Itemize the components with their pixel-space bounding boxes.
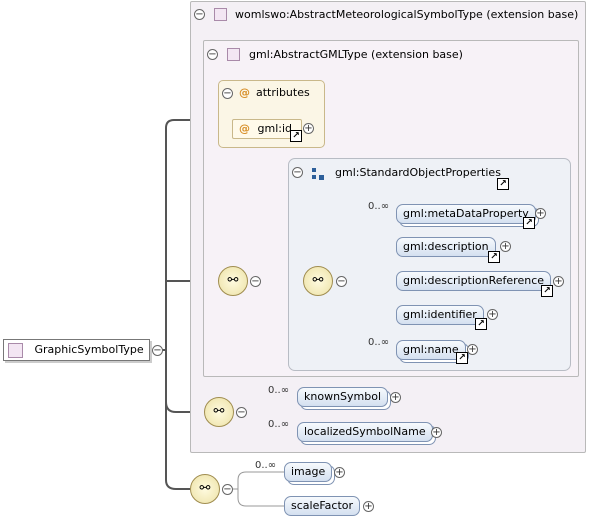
element-localizedsymbolname[interactable]: localizedSymbolName — [297, 422, 433, 442]
element-label: gml:description — [403, 240, 489, 253]
collapse-sequence-button[interactable]: − — [222, 484, 233, 495]
expand-button[interactable]: + — [467, 344, 478, 355]
collapse-extension-inner-button[interactable]: − — [207, 49, 218, 60]
expand-button[interactable]: + — [487, 309, 498, 320]
group-icon — [312, 168, 324, 180]
cardinality-label: 0..∞ — [268, 385, 290, 396]
expand-button[interactable]: + — [500, 241, 511, 252]
sequence-compositor-icon[interactable]: ⚯ — [303, 266, 333, 296]
attribute-icon: @ — [239, 122, 250, 135]
collapse-sequence-button[interactable]: − — [236, 407, 247, 418]
root-type-box[interactable]: GraphicSymbolType — [3, 339, 150, 361]
complex-type-icon — [227, 48, 240, 61]
expand-button[interactable]: + — [334, 467, 345, 478]
element-label: gml:name — [403, 343, 459, 356]
element-gml-metadataproperty[interactable]: gml:metaDataProperty — [396, 204, 536, 224]
element-gml-identifier[interactable]: gml:identifier — [396, 305, 484, 325]
element-label: gml:descriptionReference — [403, 274, 545, 287]
collapse-group-button[interactable]: − — [292, 167, 303, 178]
expand-button[interactable]: + — [553, 276, 564, 287]
element-label: localizedSymbolName — [304, 425, 426, 438]
group-label: gml:StandardObjectProperties — [335, 166, 501, 179]
element-label: scaleFactor — [291, 499, 354, 512]
link-arrow-icon[interactable]: ↗ — [456, 352, 468, 364]
root-type-label: GraphicSymbolType — [34, 343, 144, 356]
extension-outer-label: womlswo:AbstractMeteorologicalSymbolType… — [235, 8, 579, 21]
element-label: gml:identifier — [403, 308, 477, 321]
sequence-compositor-icon[interactable]: ⚯ — [190, 474, 220, 504]
link-arrow-icon[interactable]: ↗ — [497, 178, 509, 190]
expand-button[interactable]: + — [303, 123, 314, 134]
cardinality-label: 0..∞ — [368, 201, 390, 212]
expand-button[interactable]: + — [535, 208, 546, 219]
collapse-extension-outer-button[interactable]: − — [194, 9, 205, 20]
element-gml-description[interactable]: gml:description — [396, 237, 496, 257]
sequence-compositor-icon[interactable]: ⚯ — [204, 397, 234, 427]
element-knownsymbol[interactable]: knownSymbol — [297, 387, 389, 407]
element-image[interactable]: image — [284, 462, 333, 482]
collapse-sequence-button[interactable]: − — [336, 276, 347, 287]
link-arrow-icon[interactable]: ↗ — [488, 251, 500, 263]
cardinality-label: 0..∞ — [255, 460, 277, 471]
link-arrow-icon[interactable]: ↗ — [523, 217, 535, 229]
collapse-root-button[interactable]: − — [152, 345, 163, 356]
link-arrow-icon[interactable]: ↗ — [475, 318, 487, 330]
link-arrow-icon[interactable]: ↗ — [541, 285, 553, 297]
link-arrow-icon[interactable]: ↗ — [290, 130, 302, 142]
element-label: gml:metaDataProperty — [403, 207, 529, 220]
element-scalefactor[interactable]: scaleFactor — [284, 496, 361, 516]
element-label: image — [291, 465, 326, 478]
cardinality-label: 0..∞ — [368, 337, 390, 348]
collapse-attributes-button[interactable]: − — [222, 88, 233, 99]
complex-type-icon — [214, 8, 227, 21]
complex-type-icon — [8, 342, 23, 358]
cardinality-label: 0..∞ — [268, 419, 290, 430]
element-label: knownSymbol — [304, 390, 382, 403]
expand-button[interactable]: + — [390, 392, 401, 403]
extension-inner-label: gml:AbstractGMLType (extension base) — [249, 48, 463, 61]
element-gml-descriptionreference[interactable]: gml:descriptionReference — [396, 271, 552, 291]
sequence-compositor-icon[interactable]: ⚯ — [218, 266, 248, 296]
attribute-icon: @ — [239, 86, 250, 99]
attribute-label: gml:id — [257, 122, 293, 135]
expand-button[interactable]: + — [431, 427, 442, 438]
attributes-title: attributes — [256, 86, 310, 99]
collapse-sequence-button[interactable]: − — [250, 276, 261, 287]
expand-button[interactable]: + — [363, 501, 374, 512]
